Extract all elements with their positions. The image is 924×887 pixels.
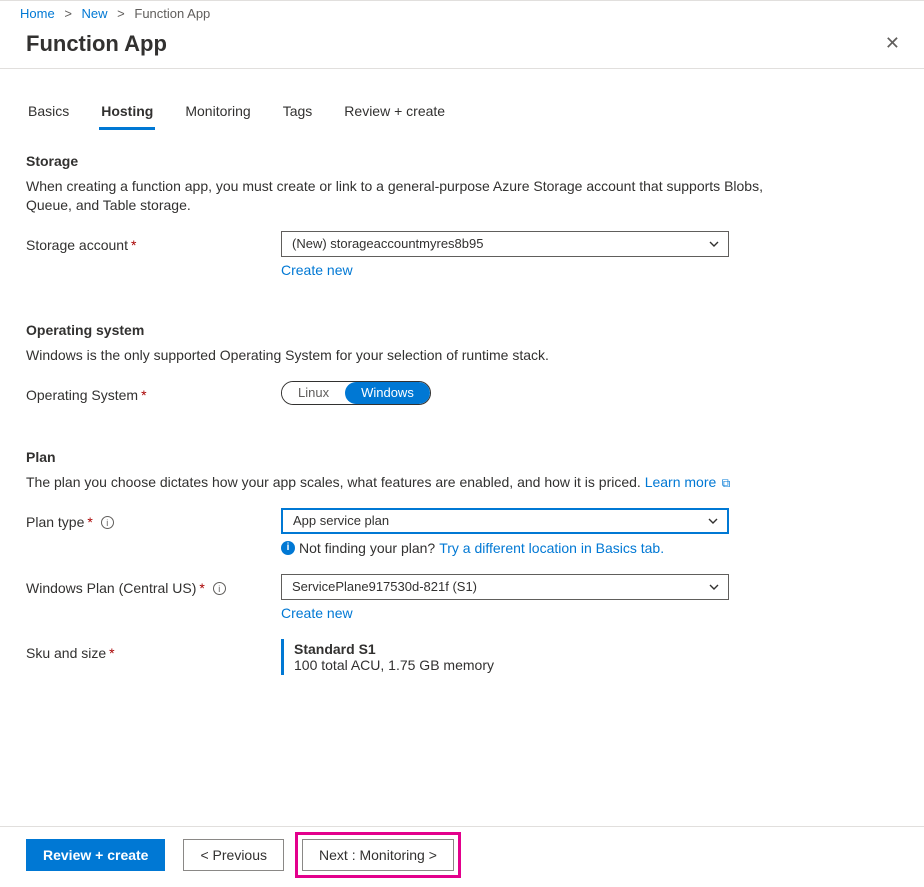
windows-plan-label: Windows Plan (Central US)* i — [26, 574, 281, 596]
section-plan-title: Plan — [26, 449, 898, 465]
storage-account-value: (New) storageaccountmyres8b95 — [292, 236, 483, 251]
previous-button[interactable]: < Previous — [183, 839, 284, 871]
plan-type-label: Plan type* i — [26, 508, 281, 530]
plan-type-value: App service plan — [293, 513, 389, 528]
os-toggle: Linux Windows — [281, 381, 431, 405]
chevron-right-icon: > — [117, 6, 125, 21]
chevron-down-icon — [708, 238, 720, 250]
tab-monitoring[interactable]: Monitoring — [183, 99, 252, 130]
external-link-icon: ⧉ — [718, 476, 730, 490]
close-button[interactable]: ✕ — [879, 29, 906, 58]
plan-not-finding-link[interactable]: Try a different location in Basics tab. — [439, 540, 664, 556]
windows-plan-value: ServicePlane917530d-821f (S1) — [292, 579, 477, 594]
os-label: Operating System* — [26, 381, 281, 403]
section-os-desc: Windows is the only supported Operating … — [26, 346, 786, 365]
section-plan-desc: The plan you choose dictates how your ap… — [26, 473, 786, 492]
sku-label: Sku and size* — [26, 639, 281, 661]
next-monitoring-button[interactable]: Next : Monitoring > — [302, 839, 454, 871]
breadcrumb-current: Function App — [134, 6, 210, 21]
page-title: Function App — [26, 31, 879, 57]
breadcrumb-home[interactable]: Home — [20, 6, 55, 21]
sku-detail: 100 total ACU, 1.75 GB memory — [294, 657, 729, 673]
sku-name: Standard S1 — [294, 641, 729, 657]
os-option-windows[interactable]: Windows — [345, 382, 430, 404]
storage-account-dropdown[interactable]: (New) storageaccountmyres8b95 — [281, 231, 729, 257]
footer-bar: Review + create < Previous Next : Monito… — [0, 826, 924, 887]
chevron-down-icon — [708, 581, 720, 593]
windows-plan-create-new-link[interactable]: Create new — [281, 605, 353, 621]
tab-bar: Basics Hosting Monitoring Tags Review + … — [26, 99, 898, 131]
info-circle-icon: i — [281, 541, 295, 555]
tab-tags[interactable]: Tags — [281, 99, 315, 130]
section-os-title: Operating system — [26, 322, 898, 338]
breadcrumb: Home > New > Function App — [0, 1, 924, 23]
info-icon[interactable]: i — [101, 516, 114, 529]
tab-hosting[interactable]: Hosting — [99, 99, 155, 130]
plan-type-dropdown[interactable]: App service plan — [281, 508, 729, 534]
chevron-right-icon: > — [64, 6, 72, 21]
os-option-linux[interactable]: Linux — [282, 382, 345, 404]
storage-account-label: Storage account* — [26, 231, 281, 253]
tab-review-create[interactable]: Review + create — [342, 99, 447, 130]
plan-learn-more-link[interactable]: Learn more ⧉ — [645, 474, 731, 490]
section-storage-title: Storage — [26, 153, 898, 169]
storage-create-new-link[interactable]: Create new — [281, 262, 353, 278]
review-create-button[interactable]: Review + create — [26, 839, 165, 871]
section-storage-desc: When creating a function app, you must c… — [26, 177, 786, 215]
plan-not-finding-text: Not finding your plan? — [299, 540, 435, 556]
tab-basics[interactable]: Basics — [26, 99, 71, 130]
windows-plan-dropdown[interactable]: ServicePlane917530d-821f (S1) — [281, 574, 729, 600]
chevron-down-icon — [707, 515, 719, 527]
info-icon[interactable]: i — [213, 582, 226, 595]
sku-summary: Standard S1 100 total ACU, 1.75 GB memor… — [281, 639, 729, 675]
breadcrumb-new[interactable]: New — [82, 6, 108, 21]
close-icon: ✕ — [885, 33, 900, 53]
